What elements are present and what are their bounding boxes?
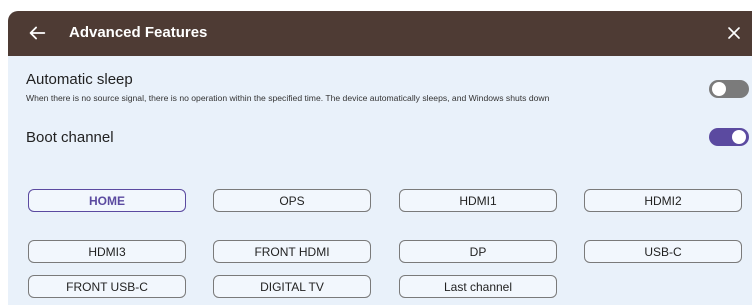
close-icon[interactable] xyxy=(724,23,744,43)
boot-channel-toggle[interactable] xyxy=(709,128,749,146)
channel-button-hdmi2[interactable]: HDMI2 xyxy=(584,189,742,212)
page-title: Advanced Features xyxy=(69,24,208,41)
channel-button-front-usb-c[interactable]: FRONT USB-C xyxy=(28,275,186,298)
automatic-sleep-toggle[interactable] xyxy=(709,80,749,98)
channel-button-front-hdmi[interactable]: FRONT HDMI xyxy=(213,240,371,263)
channel-button-dp[interactable]: DP xyxy=(399,240,557,263)
automatic-sleep-label: Automatic sleep xyxy=(26,71,133,88)
automatic-sleep-description: When there is no source signal, there is… xyxy=(26,93,550,103)
advanced-features-panel: Advanced Features Automatic sleep When t… xyxy=(8,11,752,305)
channel-button-home[interactable]: HOME xyxy=(28,189,186,212)
channel-button-hdmi1[interactable]: HDMI1 xyxy=(399,189,557,212)
channel-button-last-channel[interactable]: Last channel xyxy=(399,275,557,298)
channel-button-usb-c[interactable]: USB-C xyxy=(584,240,742,263)
channel-button-ops[interactable]: OPS xyxy=(213,189,371,212)
toggle-knob xyxy=(712,82,726,96)
title-bar: Advanced Features xyxy=(8,11,752,56)
toggle-knob xyxy=(732,130,746,144)
boot-channel-label: Boot channel xyxy=(26,129,114,146)
channel-button-hdmi3[interactable]: HDMI3 xyxy=(28,240,186,263)
channel-button-digital-tv[interactable]: DIGITAL TV xyxy=(213,275,371,298)
arrow-left-icon[interactable] xyxy=(26,22,48,44)
